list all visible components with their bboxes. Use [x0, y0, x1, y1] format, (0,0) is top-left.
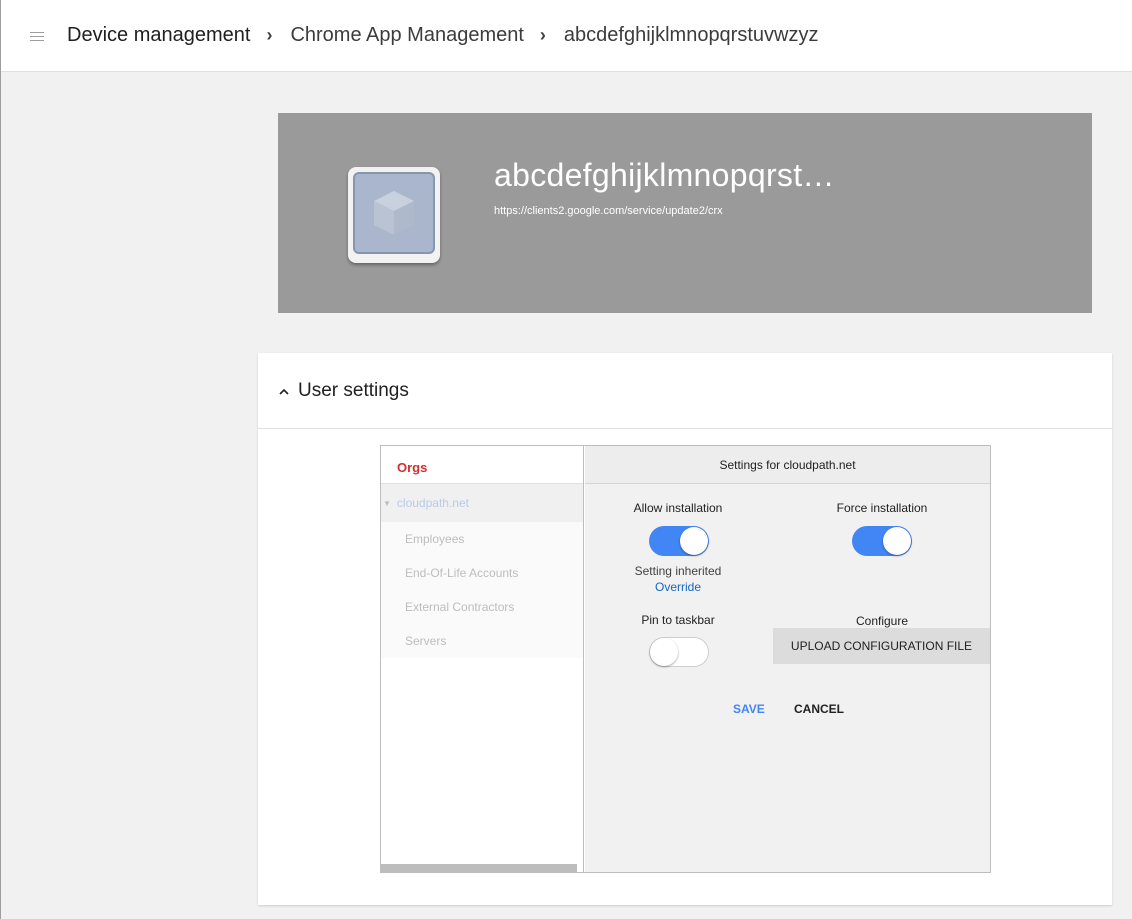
orgs-tree: Orgs ▼ cloudpath.net Employees End-Of-Li… [381, 446, 584, 872]
top-bar: Device management › Chrome App Managemen… [1, 0, 1132, 72]
app-window: Device management › Chrome App Managemen… [0, 0, 1132, 919]
settings-pane: Settings for cloudpath.net Allow install… [585, 446, 990, 872]
org-item-servers[interactable]: Servers [381, 624, 583, 658]
breadcrumb: Device management › Chrome App Managemen… [67, 24, 818, 47]
force-installation-toggle[interactable] [852, 526, 912, 556]
breadcrumb-current-app: abcdefghijklmnopqrstuvwzyz [563, 24, 819, 46]
user-settings-header[interactable]: User settings [258, 353, 1112, 429]
breadcrumb-chrome-app-management[interactable]: Chrome App Management [290, 24, 523, 47]
pin-to-taskbar-toggle[interactable] [649, 637, 709, 667]
allow-installation-toggle[interactable] [649, 526, 709, 556]
pin-to-taskbar-label: Pin to taskbar [641, 613, 715, 627]
org-item-employees[interactable]: Employees [381, 522, 583, 556]
org-item-end-of-life-accounts[interactable]: End-Of-Life Accounts [381, 556, 583, 590]
allow-installation-label: Allow installation [633, 501, 723, 515]
app-title: abcdefghijklmnopqrst… [494, 157, 835, 193]
org-children-list: Employees End-Of-Life Accounts External … [381, 522, 583, 658]
breadcrumb-separator-icon: › [539, 25, 546, 45]
orgs-header: Orgs [381, 446, 583, 484]
org-item-external-contractors[interactable]: External Contractors [381, 590, 583, 624]
cube-icon [374, 191, 414, 235]
force-installation-label: Force installation [836, 501, 928, 515]
breadcrumb-device-management[interactable]: Device management [67, 24, 250, 47]
breadcrumb-separator-icon: › [266, 25, 273, 45]
setting-inherited-text: Setting inherited [634, 564, 722, 578]
hamburger-menu-icon[interactable] [27, 28, 49, 44]
horizontal-scrollbar[interactable] [381, 864, 577, 872]
upload-configuration-file-button[interactable]: UPLOAD CONFIGURATION FILE [773, 628, 990, 664]
save-button[interactable]: SAVE [733, 702, 765, 716]
org-root-item[interactable]: ▼ cloudpath.net [381, 484, 583, 522]
chevron-up-icon [279, 388, 289, 395]
app-icon [348, 167, 440, 263]
override-link[interactable]: Override [613, 580, 743, 594]
settings-panel: Orgs ▼ cloudpath.net Employees End-Of-Li… [380, 445, 991, 873]
settings-header: Settings for cloudpath.net [585, 446, 990, 484]
app-url: https://clients2.google.com/service/upda… [494, 205, 723, 217]
caret-down-icon[interactable]: ▼ [383, 499, 391, 508]
orgs-title: Orgs [397, 460, 428, 475]
org-root-label: cloudpath.net [396, 496, 469, 510]
app-header-banner: abcdefghijklmnopqrst… https://clients2.g… [278, 113, 1092, 313]
user-settings-card: User settings Orgs ▼ cloudpath.net Emplo… [258, 353, 1112, 905]
configure-label: Configure [855, 614, 909, 628]
section-title: User settings [298, 379, 409, 401]
cancel-button[interactable]: CANCEL [794, 702, 844, 716]
